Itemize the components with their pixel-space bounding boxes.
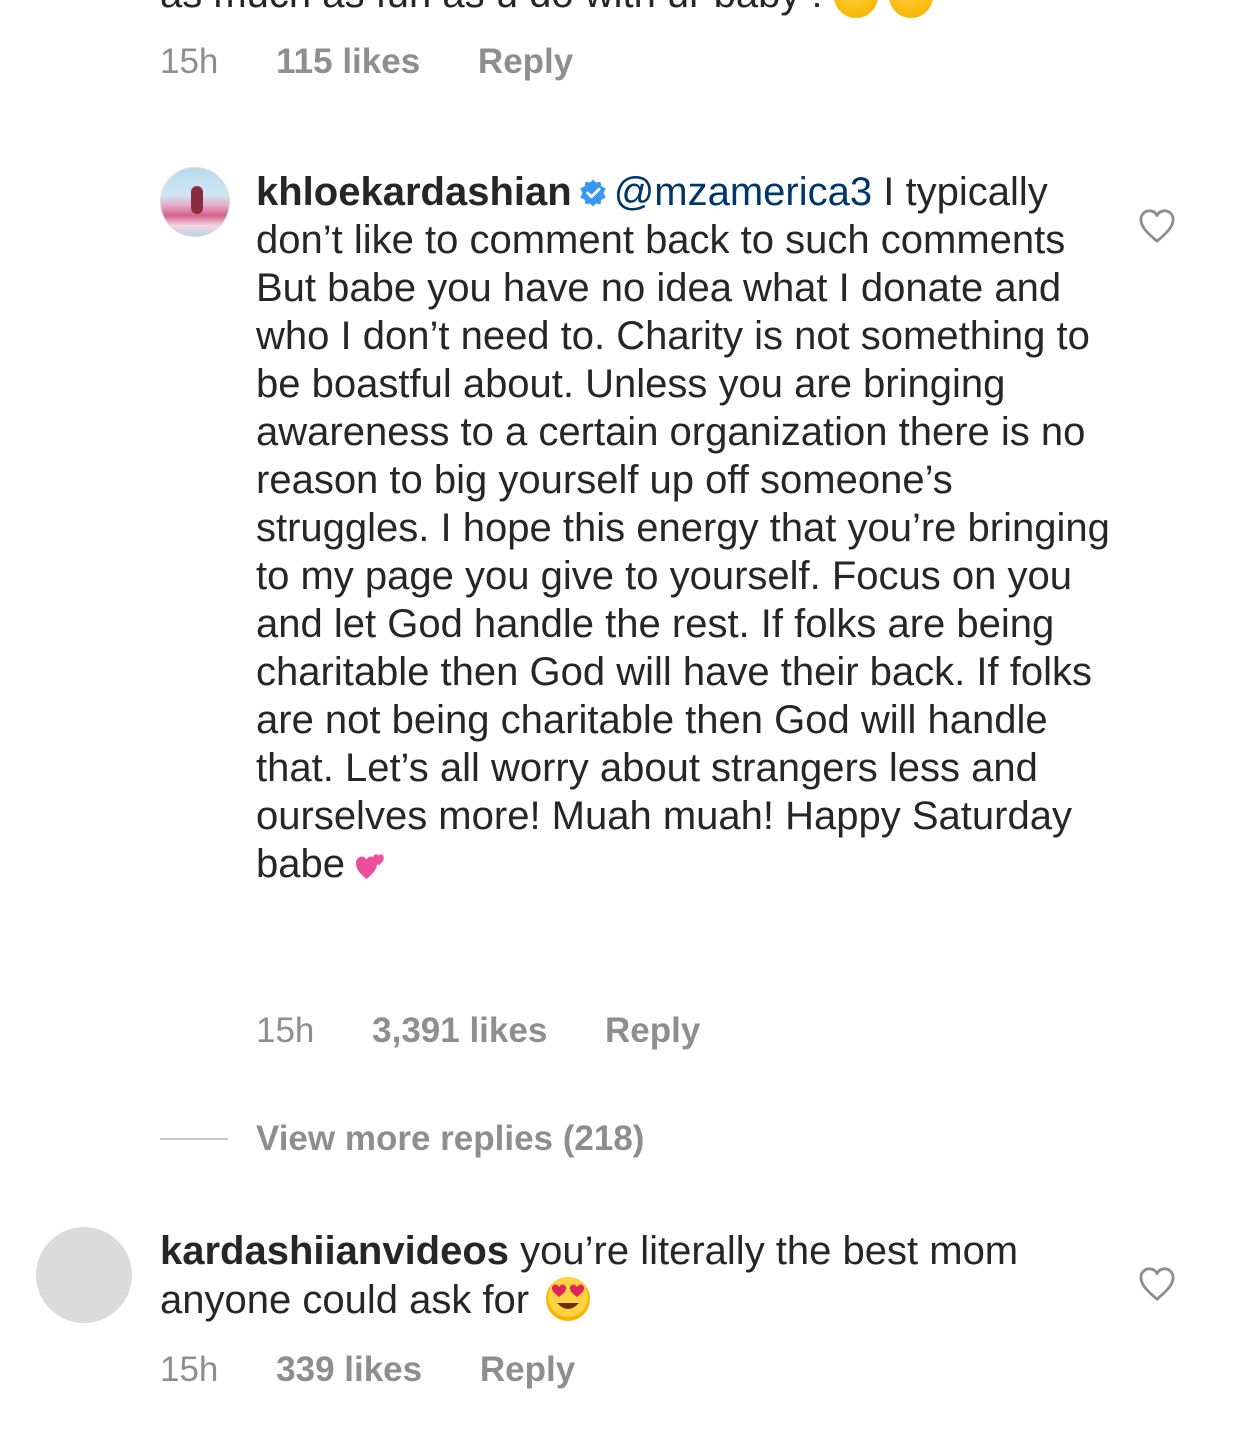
comment-time: 15h — [160, 1350, 219, 1389]
verified-badge-icon — [579, 179, 606, 207]
comment-likes[interactable]: 115 likes — [276, 42, 420, 81]
comment: kardashiianvideos you’re literally the b… — [160, 1227, 1080, 1324]
previous-comment-body: as much as fun as u do with ur baby ! — [160, 0, 823, 16]
reply-comment-meta: 15h 3,391 likes Reply — [256, 1011, 748, 1051]
comment-time: 15h — [160, 42, 219, 81]
comment-username[interactable]: kardashiianvideos — [160, 1229, 509, 1273]
comment-body: I typically don’t like to comment back t… — [256, 170, 1110, 886]
reply-button[interactable]: Reply — [478, 42, 573, 81]
previous-comment-text: as much as fun as u do with ur baby ! — [160, 0, 933, 19]
replies-divider — [160, 1138, 228, 1140]
comment-username[interactable]: khloekardashian — [256, 170, 572, 214]
reply-button[interactable]: Reply — [605, 1011, 700, 1050]
previous-comment-meta: 15h 115 likes Reply — [160, 42, 621, 82]
view-more-replies-button[interactable]: View more replies (218) — [256, 1119, 644, 1159]
reply-comment: khloekardashian @mzamerica3 I typically d… — [256, 168, 1116, 888]
like-heart-icon[interactable] — [1138, 208, 1176, 244]
heart-eyes-face-icon — [546, 1277, 591, 1321]
reply-button[interactable]: Reply — [480, 1350, 575, 1389]
comment-likes[interactable]: 339 likes — [276, 1350, 422, 1389]
smiling-face-icon — [833, 0, 878, 19]
like-heart-icon[interactable] — [1138, 1266, 1176, 1302]
avatar[interactable] — [36, 1227, 132, 1323]
comment-mention[interactable]: @mzamerica3 — [614, 170, 872, 214]
avatar[interactable] — [160, 167, 230, 237]
comment-meta: 15h 339 likes Reply — [160, 1350, 623, 1390]
comment-time: 15h — [256, 1011, 315, 1050]
two-hearts-icon — [356, 854, 384, 879]
kissing-face-icon — [888, 0, 933, 19]
avatar-figure — [191, 186, 203, 214]
comment-likes[interactable]: 3,391 likes — [372, 1011, 547, 1050]
